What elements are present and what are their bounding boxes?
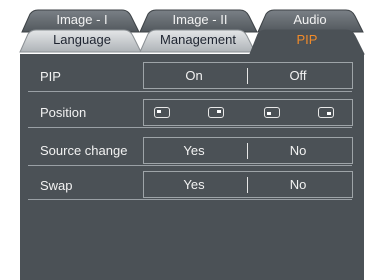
pip-toggle[interactable]: On Off (143, 62, 353, 89)
pip-on-option[interactable]: On (144, 63, 244, 88)
swap-label: Swap (40, 178, 73, 193)
position-top-left-icon[interactable] (154, 107, 170, 118)
swap-yes-option[interactable]: Yes (144, 172, 244, 197)
row-divider (28, 199, 352, 200)
swap-no-option[interactable]: No (248, 172, 348, 197)
pip-label: PIP (40, 69, 61, 84)
tab-audio[interactable]: Audio (265, 12, 355, 28)
row-divider (28, 91, 352, 92)
position-label: Position (40, 105, 87, 120)
position-bottom-right-icon[interactable] (318, 107, 334, 118)
tab-strip (19, 9, 365, 55)
source-change-yes-option[interactable]: Yes (144, 138, 244, 163)
tab-image-1[interactable]: Image - I (32, 12, 132, 28)
position-selector[interactable] (143, 99, 353, 126)
tab-language[interactable]: Language (30, 32, 134, 48)
source-change-no-option[interactable]: No (248, 138, 348, 163)
row-divider (28, 165, 352, 166)
tab-pip[interactable]: PIP (262, 32, 352, 48)
pip-off-option[interactable]: Off (248, 63, 348, 88)
swap-toggle[interactable]: Yes No (143, 171, 353, 198)
tab-image-2[interactable]: Image - II (150, 12, 250, 28)
row-divider (28, 127, 352, 128)
osd-menu: Image - I Image - II Audio Language Mana… (0, 0, 365, 280)
source-change-toggle[interactable]: Yes No (143, 137, 353, 164)
source-change-label: Source change (40, 143, 128, 158)
position-top-right-icon[interactable] (208, 107, 224, 118)
tab-management[interactable]: Management (148, 32, 248, 48)
position-bottom-left-icon[interactable] (264, 107, 280, 118)
